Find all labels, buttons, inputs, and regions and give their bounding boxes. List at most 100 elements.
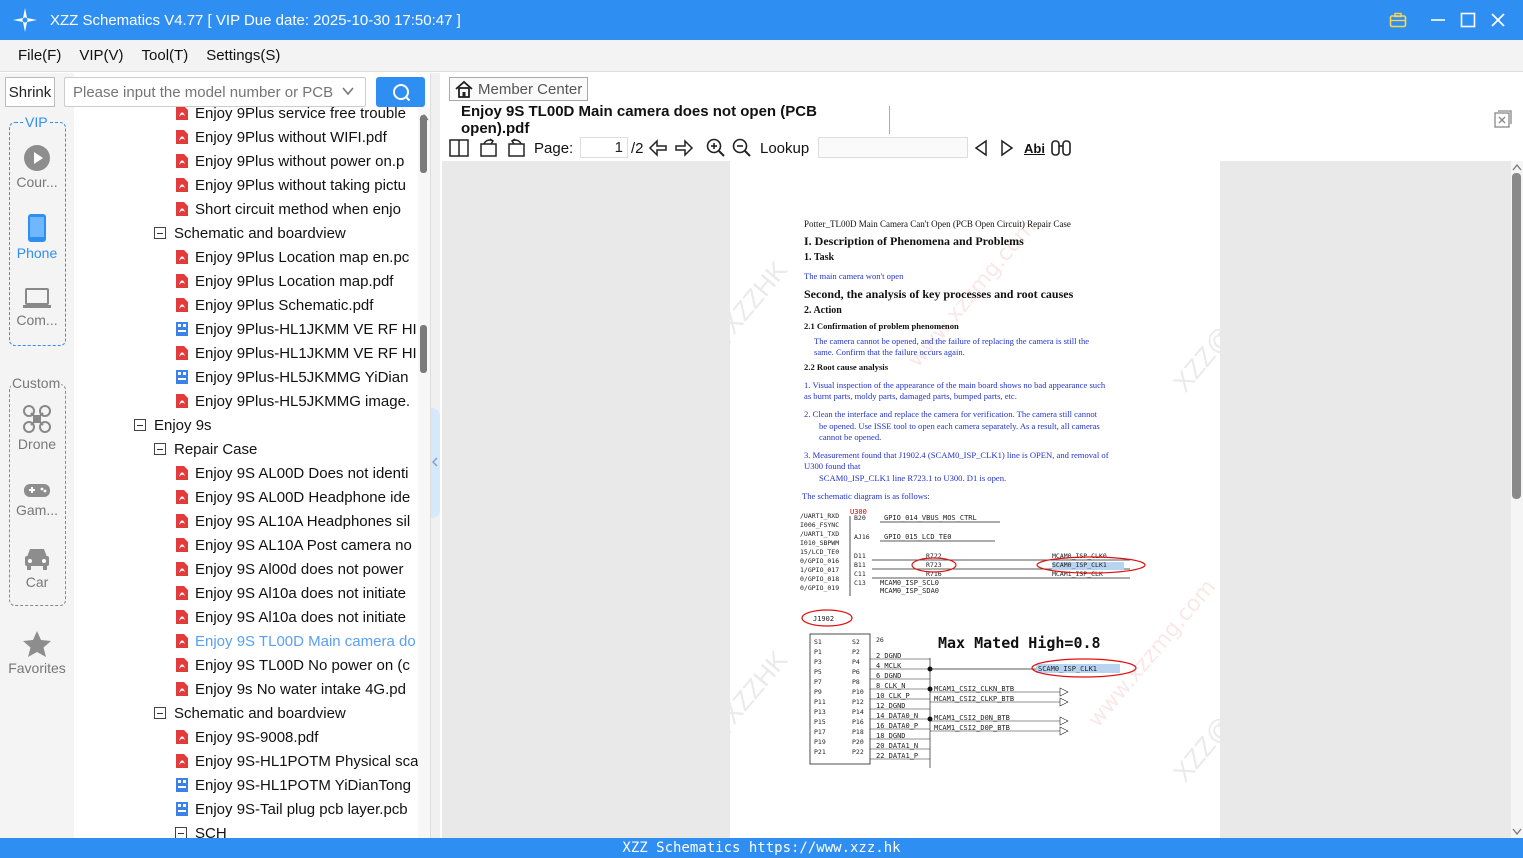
doc-text: SCAM0_ISP_CLK1 line R723.1 to U300. D1 i… [819,473,1007,483]
two-page-view-icon[interactable] [449,137,469,159]
rotate-right-icon[interactable] [506,137,526,159]
collapse-toggle-icon[interactable] [134,419,146,431]
page-number-input[interactable]: 1 [580,137,628,158]
vip-briefcase-icon[interactable] [1383,0,1413,40]
document-tab[interactable]: Enjoy 9S TL00D Main camera does not open… [449,103,890,137]
zoom-out-icon[interactable] [732,137,752,159]
tree-folder[interactable]: SCH [175,821,227,838]
schematic-label: 0/GPIO_019 [800,584,839,592]
minimize-button[interactable] [1423,0,1453,40]
model-search-box[interactable] [64,77,366,107]
tree-file-item[interactable]: Enjoy 9Plus without taking pictu [175,173,406,197]
tree-scrollbar[interactable] [418,107,430,838]
rotate-left-icon[interactable] [479,137,499,159]
viewer-scroll-thumb[interactable] [1512,173,1521,499]
tree-scroll-thumb[interactable] [420,115,427,173]
tree-file-item[interactable]: Enjoy 9Plus without power on.p [175,149,404,173]
panel-splitter[interactable] [430,73,440,838]
tree-file-item[interactable]: Enjoy 9S AL10A Headphones sil [175,509,410,533]
tree-file-item[interactable]: Enjoy 9Plus Location map.pdf [175,269,393,293]
schematic-pin: P12 [852,698,864,706]
tree-file-item[interactable]: Enjoy 9S-HL1POTM YiDianTong [175,773,411,797]
tree-file-item[interactable]: Short circuit method when enjo [175,197,401,221]
collapse-toggle-icon[interactable] [154,443,166,455]
tree-file-item[interactable]: Enjoy 9Plus Location map en.pc [175,245,409,269]
find-prev-icon[interactable] [974,137,988,159]
prev-page-icon[interactable] [648,137,668,159]
play-icon [24,145,50,171]
binoculars-icon[interactable] [1050,137,1072,159]
nav-computer[interactable]: Com... [0,288,74,328]
tree-file-item[interactable]: Enjoy 9Plus Schematic.pdf [175,293,373,317]
file-tree[interactable]: Enjoy 9Plus service free trouble Enjoy 9P… [74,107,418,838]
menu-vip[interactable]: VIP(V) [79,47,123,64]
chevron-down-icon[interactable] [341,84,355,98]
maximize-button[interactable] [1453,0,1483,40]
tree-file-item[interactable]: Enjoy 9S AL00D Does not identi [175,461,408,485]
menu-tool[interactable]: Tool(T) [142,47,189,64]
tree-file-item[interactable]: Enjoy 9S Al00d does not power [175,557,403,581]
search-button[interactable] [376,77,425,107]
tree-folder[interactable]: Schematic and boardview [154,701,346,725]
tree-item-label: Enjoy 9S AL00D Does not identi [195,464,409,482]
tree-file-item[interactable]: Enjoy 9S AL10A Post camera no [175,533,412,557]
tree-item-label: Enjoy 9s [154,416,212,434]
search-input[interactable] [65,78,335,106]
tree-file-item[interactable]: Enjoy 9S TL00D No power on (c [175,653,410,677]
nav-favorites[interactable]: Favorites [0,630,74,676]
tree-file-item[interactable]: Enjoy 9Plus service free trouble [175,107,406,125]
next-page-icon[interactable] [674,137,694,159]
schematic-net: MCAM0_ISP_SCL0 [880,579,939,587]
menu-file[interactable]: File(F) [18,47,61,64]
scroll-up-icon[interactable] [1512,163,1522,171]
member-center-button[interactable]: Member Center [449,77,588,101]
tree-scroll-thumb-2[interactable] [420,325,427,373]
shrink-button[interactable]: Shrink [5,77,55,107]
collapse-toggle-icon[interactable] [154,227,166,239]
tree-file-item[interactable]: Enjoy 9S TL00D Main camera do [175,629,416,653]
tree-file-item[interactable]: Enjoy 9S-Tail plug pcb layer.pcb [175,797,408,821]
close-tab-icon[interactable] [1494,110,1512,128]
pdf-file-icon [176,514,188,528]
nav-game[interactable]: Gam... [0,480,74,518]
lookup-input[interactable] [818,137,968,158]
chevron-left-icon[interactable] [432,457,439,467]
viewer-scrollbar[interactable] [1511,161,1523,838]
tree-folder[interactable]: Schematic and boardview [154,221,346,245]
menu-settings[interactable]: Settings(S) [206,47,280,64]
collapse-toggle-icon[interactable] [175,827,187,838]
tree-file-item[interactable]: Enjoy 9Plus-HL1JKMM VE RF HI [175,341,417,365]
tree-file-item[interactable]: Enjoy 9S Al10a does not initiate [175,605,406,629]
pdf-file-icon [176,610,188,624]
schematic-pin: P17 [814,728,826,736]
tree-file-item[interactable]: Enjoy 9Plus-HL5JKMMG image. [175,389,410,413]
scroll-down-icon[interactable] [1512,827,1522,835]
doc-text: 2. Clean the interface and replace the c… [804,409,1098,419]
schematic-label: I010_SBPWM [800,539,839,547]
tree-file-item[interactable]: Enjoy 9Plus-HL1JKMM VE RF HI [175,317,417,341]
schematic-pin: P2 [852,648,860,656]
tree-folder[interactable]: Repair Case [154,437,257,461]
close-button[interactable] [1483,0,1513,40]
tree-file-item[interactable]: Enjoy 9Plus-HL5JKMMG YiDian [175,365,408,389]
collapse-toggle-icon[interactable] [154,707,166,719]
tree-file-item[interactable]: Enjoy 9S-HL1POTM Physical sca [175,749,418,773]
find-next-icon[interactable] [1000,137,1014,159]
tree-file-item[interactable]: Enjoy 9S-9008.pdf [175,725,318,749]
schematic-net: MCAM1_CSI2_CLKN_BTB [934,685,1014,693]
zoom-in-icon[interactable] [706,137,726,159]
tree-file-item[interactable]: Enjoy 9S Al10a does not initiate [175,581,406,605]
doc-text: same. Confirm that the failure occurs ag… [814,347,965,357]
tree-file-item[interactable]: Enjoy 9S AL00D Headphone ide [175,485,410,509]
tree-item-label: Enjoy 9Plus-HL1JKMM VE RF HI [195,344,417,362]
tree-file-item[interactable]: Enjoy 9Plus without WIFI.pdf [175,125,387,149]
tree-folder[interactable]: Enjoy 9s [134,413,212,437]
match-case-button[interactable]: Abi [1024,137,1045,159]
nav-drone[interactable]: Drone [0,404,74,452]
nav-car[interactable]: Car [0,546,74,590]
tree-item-label: Enjoy 9S AL00D Headphone ide [195,488,411,506]
nav-phone[interactable]: Phone [0,213,74,261]
tree-file-item[interactable]: Enjoy 9s No water intake 4G.pd [175,677,406,701]
nav-courses[interactable]: Cour... [0,144,74,190]
window-title: XZZ Schematics V4.77 [ VIP Due date: 202… [50,11,461,29]
